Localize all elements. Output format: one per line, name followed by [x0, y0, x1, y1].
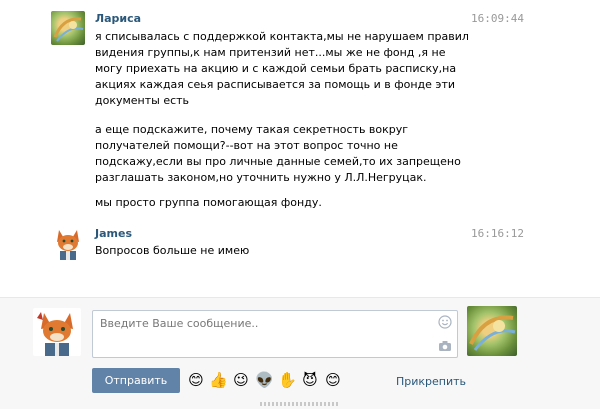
- message-input[interactable]: Введите Ваше сообщение..: [92, 310, 458, 358]
- message-placeholder: Введите Ваше сообщение..: [100, 317, 259, 330]
- emoji-wink[interactable]: 😉: [232, 371, 250, 389]
- emoji-blush[interactable]: 😊: [324, 371, 342, 389]
- avatar-james[interactable]: [51, 226, 85, 260]
- message-paragraph: Вопросов больше не имею: [95, 244, 250, 257]
- emoji-smile[interactable]: 😊: [187, 371, 205, 389]
- camera-icon[interactable]: [438, 340, 452, 352]
- message-paragraph: я списывалась с поддержкой контакта,мы н…: [95, 30, 469, 107]
- emoji-hand[interactable]: ✋: [278, 371, 297, 389]
- message-author[interactable]: Лариса: [95, 12, 141, 25]
- send-button[interactable]: Отправить: [92, 368, 180, 393]
- resize-handle[interactable]: [260, 402, 340, 406]
- message-time: 16:16:12: [471, 227, 524, 240]
- attach-link[interactable]: Прикрепить: [396, 375, 466, 388]
- emoji-thumbs-up[interactable]: 👍: [209, 371, 228, 389]
- recipient-avatar[interactable]: [467, 306, 517, 356]
- message-time: 16:09:44: [471, 12, 524, 25]
- my-avatar[interactable]: [33, 308, 81, 356]
- emoji-alien[interactable]: 👽: [255, 371, 274, 389]
- message-author[interactable]: James: [95, 227, 132, 240]
- message-paragraph: мы просто группа помогающая фонду.: [95, 196, 322, 209]
- message-composer: Введите Ваше сообщение.. Отправить 😊 👍 😉…: [0, 297, 600, 409]
- avatar-larisa[interactable]: [51, 11, 85, 45]
- emoji-devil[interactable]: 😈: [301, 371, 319, 389]
- message-paragraph: а еще подскажите, почему такая секретнос…: [95, 123, 461, 184]
- smile-icon[interactable]: [438, 315, 452, 329]
